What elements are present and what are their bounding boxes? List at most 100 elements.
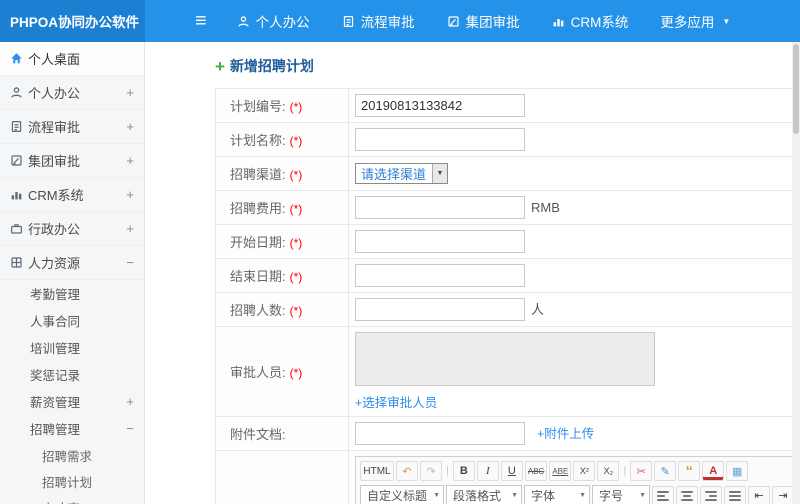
required-mark: (*): [289, 202, 303, 216]
sidebar-item-crm[interactable]: CRM系统 +: [0, 178, 144, 212]
plan-number-input[interactable]: [355, 94, 525, 117]
collapse-toggle[interactable]: −: [122, 255, 134, 270]
rich-text-editor: HTML ↶ ↷ | B I U ABC ABE X² X₂ | ✂ ✎ “ A…: [355, 456, 800, 504]
align-right-icon[interactable]: [700, 485, 722, 504]
ed-cut-button[interactable]: ✂: [630, 461, 653, 481]
scrollbar-thumb[interactable]: [793, 44, 799, 134]
ed-source-code-button[interactable]: HTML: [360, 461, 394, 481]
recruit-plan-form: 计划编号:(*) 计划名称:(*) 招聘渠道:(*) 请选择渠道 ▼: [215, 88, 800, 504]
required-mark: (*): [289, 270, 303, 284]
ed-paragraph-format-select[interactable]: 段落格式: [446, 485, 522, 504]
nav-group-approval[interactable]: 集团审批: [447, 11, 520, 31]
approval-icon: [10, 154, 28, 167]
chart-icon: [10, 188, 28, 201]
required-mark: (*): [289, 366, 303, 380]
ed-format-brush-button[interactable]: ✎: [654, 461, 677, 481]
expand-toggle[interactable]: +: [122, 119, 134, 134]
field-label: 审批人员:: [230, 365, 286, 380]
sidebar-item-recruit-plan[interactable]: 招聘计划: [0, 468, 144, 494]
ed-strikethrough-button[interactable]: ABC: [524, 461, 548, 481]
home-icon: [10, 52, 28, 65]
ed-italic-button[interactable]: I: [476, 461, 499, 481]
plan-name-input[interactable]: [355, 128, 525, 151]
ed-table-button[interactable]: ▦: [726, 461, 749, 481]
ed-superscript-button[interactable]: X²: [573, 461, 596, 481]
approvers-textarea[interactable]: [355, 332, 655, 386]
ed-custom-title-select[interactable]: 自定义标题: [360, 485, 444, 504]
flow-icon: [10, 120, 28, 133]
ed-indent-button[interactable]: ⇥: [772, 485, 794, 504]
sidebar-item-talent-pool[interactable]: 人才库: [0, 494, 144, 504]
toolbar-separator: |: [623, 465, 627, 477]
ed-font-color-button[interactable]: A: [702, 461, 725, 481]
plus-icon: +: [215, 56, 225, 76]
nav-personal-office[interactable]: 个人办公: [237, 11, 310, 31]
sidebar-item-rewards[interactable]: 奖惩记录: [0, 361, 144, 388]
expand-toggle[interactable]: +: [122, 187, 134, 202]
attachment-input[interactable]: [355, 422, 525, 445]
ed-font-size-select[interactable]: 字号: [592, 485, 650, 504]
ed-subscript-button[interactable]: X₂: [597, 461, 620, 481]
sidebar-item-personal-office[interactable]: 个人办公 +: [0, 76, 144, 110]
sidebar-item-desktop[interactable]: 个人桌面: [0, 42, 144, 76]
user-icon: [10, 86, 28, 99]
ed-redo-button[interactable]: ↷: [420, 461, 442, 481]
caret-down-icon: ▼: [722, 16, 731, 26]
headcount-input[interactable]: [355, 298, 525, 321]
ed-undo-button[interactable]: ↶: [396, 461, 418, 481]
sidebar-item-attendance[interactable]: 考勤管理: [0, 280, 144, 307]
form-row-channel: 招聘渠道: (*) 请选择渠道 ▼: [215, 156, 800, 191]
nav-crm[interactable]: CRM系统: [552, 11, 628, 31]
sidebar-item-salary[interactable]: 薪资管理 +: [0, 388, 144, 415]
nav-workflow-approval[interactable]: 流程审批: [342, 11, 415, 31]
editor-toolbar-row1: HTML ↶ ↷ | B I U ABC ABE X² X₂ | ✂ ✎ “ A…: [360, 461, 800, 481]
expand-toggle[interactable]: +: [122, 394, 134, 409]
vertical-scrollbar[interactable]: [792, 42, 800, 504]
ed-underline-button[interactable]: U: [500, 461, 523, 481]
attachment-upload-link[interactable]: +附件上传: [537, 427, 594, 441]
briefcase-icon: [10, 222, 28, 235]
align-center-icon[interactable]: [676, 485, 698, 504]
form-row-headcount: 招聘人数: (*) 人: [215, 292, 800, 327]
end-date-input[interactable]: [355, 264, 525, 287]
editor-toolbar-row2: 自定义标题 段落格式 字体 字号 ⇤ ⇥: [360, 485, 800, 504]
channel-select[interactable]: 请选择渠道 ▼: [355, 163, 449, 184]
ed-font-family-select[interactable]: 字体: [524, 485, 590, 504]
top-bar: PHPOA协同办公软件 ≡ 个人办公 流程审批 集团审批 CRM系统 更多应用 …: [0, 0, 800, 42]
sidebar-item-hr[interactable]: 人力资源 −: [0, 246, 144, 280]
fee-input[interactable]: [355, 196, 525, 219]
sidebar-item-admin-office[interactable]: 行政办公 +: [0, 212, 144, 246]
expand-toggle[interactable]: +: [122, 85, 134, 100]
sidebar-item-training[interactable]: 培训管理: [0, 334, 144, 361]
form-row-approvers: 审批人员: (*) +选择审批人员: [215, 326, 800, 417]
choose-approvers-link[interactable]: +选择审批人员: [355, 396, 437, 410]
sidebar-item-workflow-approval[interactable]: 流程审批 +: [0, 110, 144, 144]
ed-blockquote-button[interactable]: “: [678, 461, 701, 481]
field-label: 结束日期:: [230, 269, 286, 284]
form-row-plan-number: 计划编号: (*): [215, 88, 800, 123]
align-left-icon[interactable]: [652, 485, 674, 504]
required-mark: (*): [289, 134, 303, 148]
nav-more-apps[interactable]: 更多应用 ▼: [660, 11, 730, 31]
form-row-start-date: 开始日期: (*): [215, 224, 800, 259]
align-justify-icon[interactable]: [724, 485, 746, 504]
ed-delete-line-button[interactable]: ABE: [549, 461, 572, 481]
sidebar-item-recruit-demand[interactable]: 招聘需求: [0, 442, 144, 468]
caret-down-icon: ▼: [432, 164, 448, 183]
app-logo: PHPOA协同办公软件: [0, 0, 145, 42]
hr-icon: [10, 256, 28, 269]
expand-toggle[interactable]: +: [122, 153, 134, 168]
start-date-input[interactable]: [355, 230, 525, 253]
sidebar-item-recruitment[interactable]: 招聘管理 −: [0, 415, 144, 442]
edit-approval-icon: [447, 15, 460, 28]
ed-outdent-button[interactable]: ⇤: [748, 485, 770, 504]
required-mark: (*): [289, 304, 303, 318]
ed-bold-button[interactable]: B: [452, 461, 475, 481]
menu-toggle-icon[interactable]: ≡: [195, 0, 207, 42]
form-row-fee: 招聘费用: (*) RMB: [215, 190, 800, 225]
expand-toggle[interactable]: +: [122, 221, 134, 236]
sidebar-item-group-approval[interactable]: 集团审批 +: [0, 144, 144, 178]
sidebar-item-hr-contract[interactable]: 人事合同: [0, 307, 144, 334]
flow-icon: [342, 15, 355, 28]
collapse-toggle[interactable]: −: [122, 421, 134, 436]
